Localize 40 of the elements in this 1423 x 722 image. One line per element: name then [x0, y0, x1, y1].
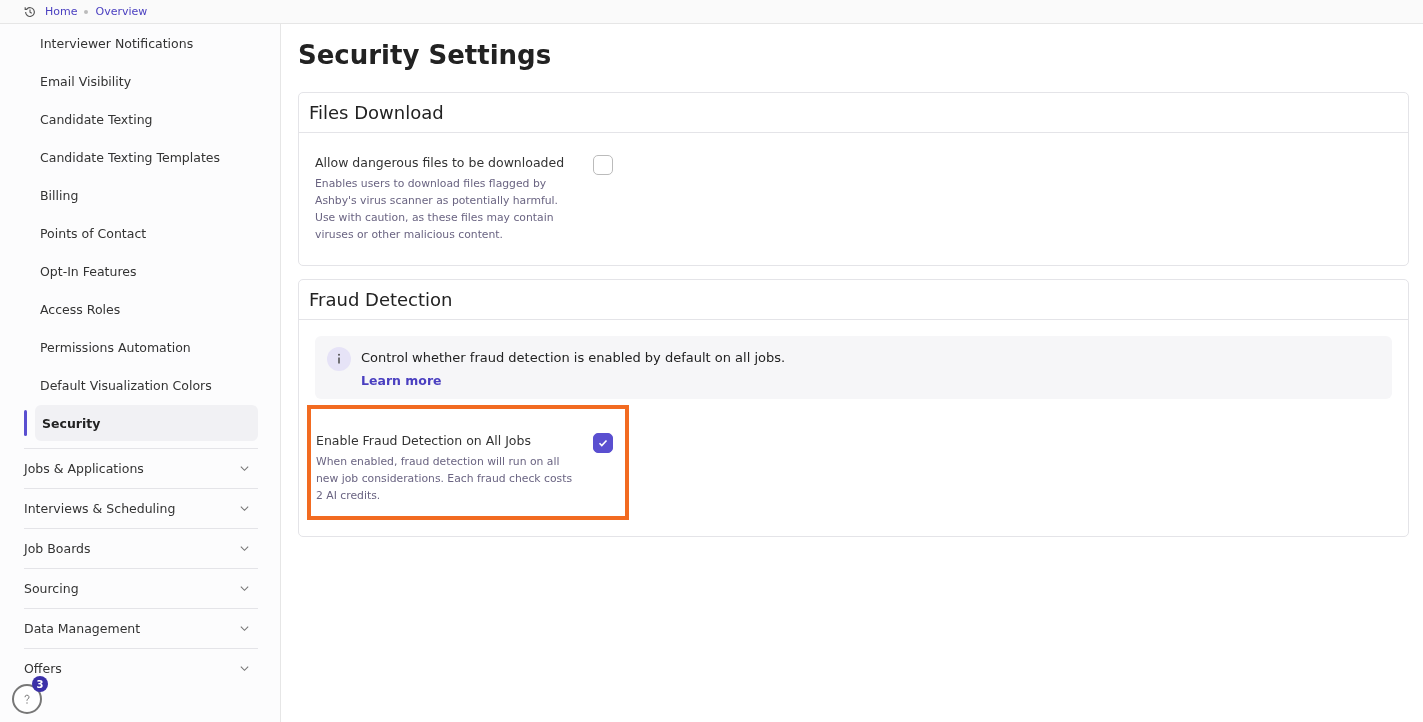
- group-label: Interviews & Scheduling: [24, 501, 176, 516]
- learn-more-link[interactable]: Learn more: [361, 373, 442, 388]
- sidebar-item[interactable]: Permissions Automation: [24, 339, 258, 355]
- info-icon: [327, 347, 351, 371]
- sidebar-group[interactable]: Job Boards: [24, 528, 258, 568]
- sidebar-item[interactable]: Candidate Texting: [24, 111, 258, 127]
- separator-dot: [84, 9, 89, 14]
- history-icon[interactable]: [23, 4, 37, 19]
- sidebar-group[interactable]: Sourcing: [24, 568, 258, 608]
- sidebar-item[interactable]: Security: [35, 405, 258, 441]
- sidebar-item[interactable]: Email Visibility: [24, 73, 258, 89]
- group-label: Sourcing: [24, 581, 79, 596]
- checkbox[interactable]: [593, 155, 613, 175]
- group-label: Job Boards: [24, 541, 91, 556]
- group-label: Offers: [24, 661, 62, 676]
- sidebar-group[interactable]: Interviews & Scheduling: [24, 488, 258, 528]
- setting-description: Enables users to download files flagged by Ashby's virus scanner as potentially harmful. Use with caution, as these files may contain viruses or other malicious content.: [315, 176, 560, 243]
- setting-label: Allow dangerous files to be downloaded: [315, 155, 566, 170]
- sidebar-item[interactable]: Interviewer Notifications: [24, 35, 258, 51]
- section-title: Files Download: [309, 102, 445, 123]
- sidebar-item[interactable]: Default Visualization Colors: [24, 377, 258, 393]
- setting-description: When enabled, fraud detection will run on all new job considerations. Each fraud check costs 2 AI credits.: [316, 454, 574, 504]
- sidebar-item[interactable]: Candidate Texting Templates: [24, 149, 258, 165]
- checkbox[interactable]: [593, 433, 613, 453]
- group-label: Jobs & Applications: [24, 461, 144, 476]
- selection-indicator: [24, 410, 27, 436]
- sidebar-item[interactable]: Points of Contact: [24, 225, 258, 241]
- breadcrumb-link[interactable]: Home: [45, 5, 78, 18]
- sidebar-group[interactable]: Data Management: [24, 608, 258, 648]
- setting-label: Enable Fraud Detection on All Jobs: [316, 433, 532, 448]
- section-title: Fraud Detection: [309, 289, 454, 310]
- checkmark-icon: [597, 437, 609, 449]
- breadcrumb-link[interactable]: Overview: [95, 5, 148, 18]
- sidebar-item[interactable]: Opt-In Features: [24, 263, 258, 279]
- info-text: Control whether fraud detection is enabled by default on all jobs.: [361, 350, 786, 365]
- group-label: Data Management: [24, 621, 141, 636]
- page-title: Security Settings: [298, 40, 553, 70]
- sidebar-item[interactable]: Access Roles: [24, 301, 258, 317]
- sidebar-item[interactable]: Billing: [24, 187, 258, 203]
- sidebar-group[interactable]: Jobs & Applications: [24, 448, 258, 488]
